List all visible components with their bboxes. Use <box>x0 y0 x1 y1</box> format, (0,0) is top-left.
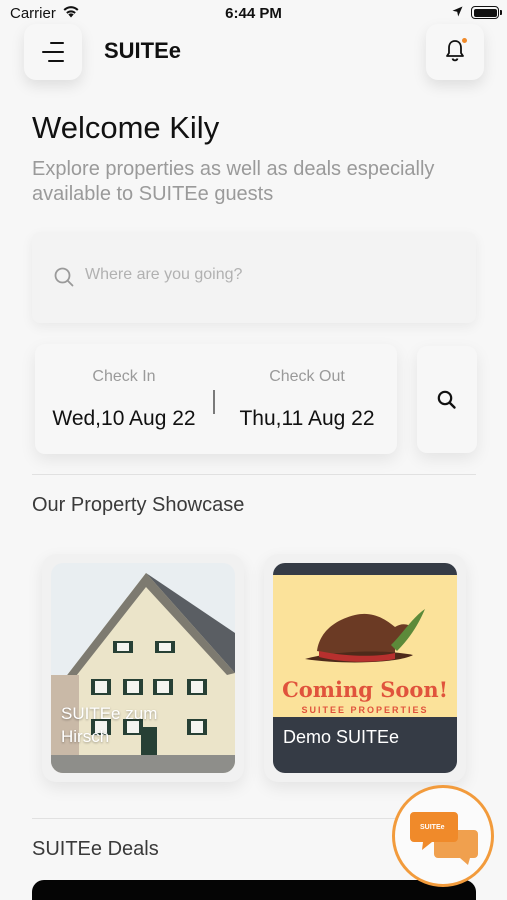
app-title: SUITEe <box>104 38 182 63</box>
property-name: Demo SUITEe <box>283 727 400 747</box>
welcome-subtitle: Explore properties as well as deals espe… <box>32 158 435 205</box>
destination-search[interactable] <box>32 232 476 323</box>
search-icon <box>54 267 74 287</box>
showcase-title: Our Property Showcase <box>32 494 245 516</box>
search-button[interactable] <box>417 346 477 453</box>
battery-icon <box>471 6 502 19</box>
property-card[interactable]: Coming Soon! SUITEE PROPERTIES Demo SUIT… <box>264 554 466 782</box>
coming-soon-subtitle: SUITEE PROPERTIES <box>301 705 429 715</box>
check-in-label: Check In <box>92 368 156 385</box>
deal-card[interactable] <box>32 880 476 900</box>
chat-label: SUITEe <box>420 824 445 831</box>
divider <box>32 474 476 475</box>
check-out-field[interactable]: Check Out Thu,11 Aug 22 <box>217 344 397 454</box>
check-in-value: Wed,10 Aug 22 <box>52 407 196 430</box>
chat-button[interactable]: SUITEe <box>392 785 494 887</box>
date-divider <box>213 390 215 414</box>
notifications-button[interactable] <box>426 24 484 80</box>
coming-soon-title: Coming Soon! <box>282 677 448 702</box>
chat-bubbles-icon <box>410 812 478 865</box>
welcome-title: Welcome Kily <box>32 110 220 145</box>
bell-icon <box>446 40 464 62</box>
deals-title: SUITEe Deals <box>32 838 159 860</box>
property-card[interactable]: SUITEe zum Hirsch <box>42 554 244 782</box>
status-time: 6:44 PM <box>225 5 282 22</box>
check-out-label: Check Out <box>269 368 345 385</box>
destination-search-input[interactable] <box>85 266 445 284</box>
check-out-value: Thu,11 Aug 22 <box>239 407 375 430</box>
notification-dot <box>462 38 467 43</box>
search-icon <box>437 390 456 409</box>
location-arrow-icon <box>452 6 463 17</box>
menu-button[interactable] <box>24 24 82 80</box>
date-picker-card: Check In Wed,10 Aug 22 Check Out Thu,11 … <box>35 344 397 454</box>
property-name: SUITEe zum Hirsch <box>61 704 158 746</box>
check-in-field[interactable]: Check In Wed,10 Aug 22 <box>35 344 213 454</box>
